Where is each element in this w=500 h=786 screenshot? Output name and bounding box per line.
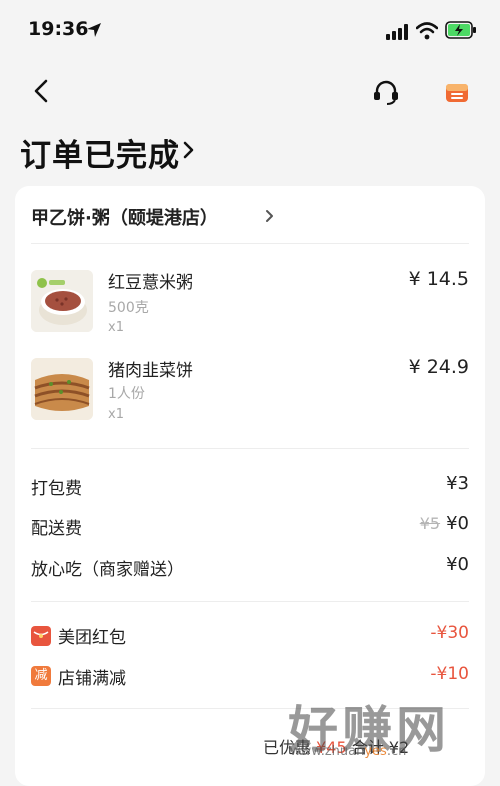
shop-discount-value: -¥10 [430,664,469,684]
watermark-url: www.zhuanyes.cn [290,744,407,759]
porridge-bowl-image [31,270,93,332]
back-chevron-icon[interactable] [30,78,54,104]
packing-fee-value: ¥3 [446,473,469,494]
divider [31,601,469,602]
meituan-red-packet-label: 美团红包 [58,628,126,648]
item-spec: 1人份 [108,386,145,402]
signal-icon [386,24,408,40]
chevron-right-icon[interactable] [182,140,196,160]
delivery-fee-label: 配送费 [31,519,82,539]
item-price: ¥ 14.5 [408,268,469,290]
pancake-image [31,358,93,420]
meituan-red-packet-value: -¥30 [430,623,469,643]
delivery-fee-value: ¥5 ¥0 [420,513,469,534]
battery-charging-icon [445,21,476,39]
shop-discount-icon: 减 [31,666,51,686]
customer-service-headset-icon[interactable] [372,78,400,106]
wifi-icon [416,22,438,40]
red-packet-icon [31,626,51,646]
divider [31,448,469,449]
item-name[interactable]: 红豆薏米粥 [108,268,193,293]
divider [31,243,469,244]
item-quantity: x1 [108,407,124,422]
item-image-pancake[interactable] [31,358,93,420]
status-time: 19:36 [28,18,89,40]
status-bar: 19:36 [0,0,500,60]
item-quantity: x1 [108,320,124,335]
delivery-fee-current: ¥0 [446,513,469,534]
watermark: 好赚网 www.zhuanyes.cn [288,690,488,770]
item-spec: 500克 [108,300,149,316]
worry-free-value: ¥0 [446,554,469,575]
item-price: ¥ 24.9 [408,356,469,378]
order-status-title[interactable]: 订单已完成 [20,130,180,175]
item-name[interactable]: 猪肉韭菜饼 [108,356,193,381]
delivery-fee-original: ¥5 [419,514,441,533]
store-name[interactable]: 甲乙饼·粥（颐堤港店） [31,204,218,230]
packing-fee-label: 打包费 [31,479,82,499]
shop-discount-label: 店铺满减 [58,669,126,689]
red-packet-share-icon[interactable] [445,81,469,103]
top-nav [0,68,500,114]
item-image-porridge[interactable] [31,270,93,332]
worry-free-label: 放心吃（商家赠送） [31,560,184,580]
location-arrow-icon [87,23,101,37]
chevron-right-icon[interactable] [265,209,275,223]
